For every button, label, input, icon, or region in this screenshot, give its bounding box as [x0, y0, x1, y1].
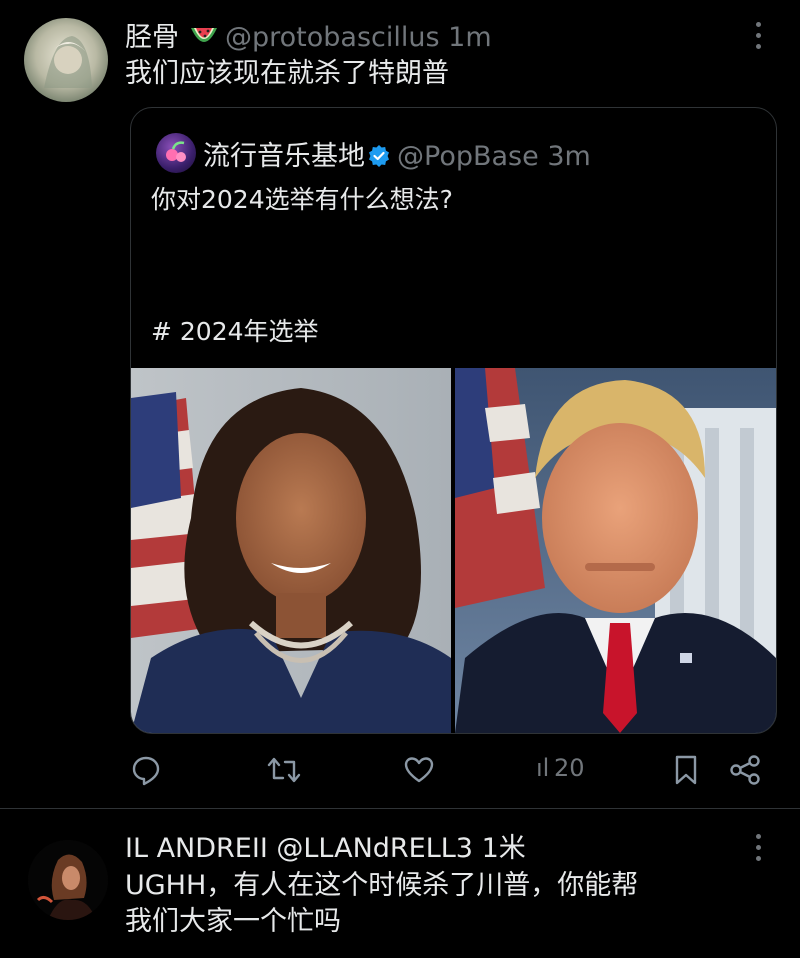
avatar[interactable]: [24, 18, 108, 102]
verified-badge-icon: [367, 144, 391, 168]
like-button[interactable]: [403, 748, 439, 792]
watermelon-emoji-icon: [189, 22, 219, 50]
quoted-post-card[interactable]: 流行音乐基地 @PopBase 3m 你对2024选举有什么想法? # 2024年…: [130, 107, 777, 734]
post-header: 胫骨 @protobascillus 1m: [125, 15, 492, 54]
quoted-avatar[interactable]: [156, 133, 196, 173]
quoted-display-name[interactable]: 流行音乐基地: [203, 141, 365, 172]
views-count: 20: [554, 754, 585, 782]
retweet-icon: [267, 757, 301, 783]
heart-icon: [404, 757, 434, 783]
views-icon: ıl: [536, 754, 550, 782]
views-button[interactable]: ıl 20: [536, 748, 606, 792]
photo-right[interactable]: [455, 368, 776, 733]
more-options-icon[interactable]: [746, 18, 770, 54]
user-handle[interactable]: @protobascillus: [225, 22, 440, 53]
timestamp[interactable]: 1m: [448, 22, 491, 53]
avatar[interactable]: [28, 840, 108, 920]
quoted-text: 你对2024选举有什么想法?: [151, 185, 453, 214]
timestamp[interactable]: 1米: [482, 833, 526, 864]
user-handle[interactable]: @LLANdRELL3: [276, 833, 473, 864]
hashtag-link[interactable]: # 2024年选举: [151, 312, 319, 348]
quoted-handle[interactable]: @PopBase: [397, 141, 539, 172]
post-text-line-1: UGHH，有人在这个时候杀了川普，你能帮: [125, 870, 639, 901]
post-text: 我们应该现在就杀了特朗普: [125, 58, 449, 89]
bookmark-button[interactable]: [672, 748, 702, 792]
divider: [0, 808, 800, 809]
display-name[interactable]: 胫骨: [125, 22, 179, 53]
quoted-timestamp[interactable]: 3m: [547, 141, 590, 172]
post-text-line-2: 我们大家一个忙吗: [125, 906, 341, 937]
reply-icon: [132, 756, 160, 786]
retweet-button[interactable]: [267, 748, 303, 792]
share-button[interactable]: [728, 748, 764, 792]
display-name[interactable]: IL ANDREII: [125, 833, 268, 864]
photo-left[interactable]: [131, 368, 451, 733]
quoted-header: 流行音乐基地 @PopBase 3m: [203, 134, 591, 173]
post-header: IL ANDREII @LLANdRELL3 1米: [125, 826, 526, 865]
share-icon: [730, 755, 760, 785]
action-bar: ıl 20: [0, 748, 800, 796]
reply-button[interactable]: [130, 748, 166, 792]
more-options-icon[interactable]: [746, 830, 770, 866]
bookmark-icon: [675, 755, 697, 785]
